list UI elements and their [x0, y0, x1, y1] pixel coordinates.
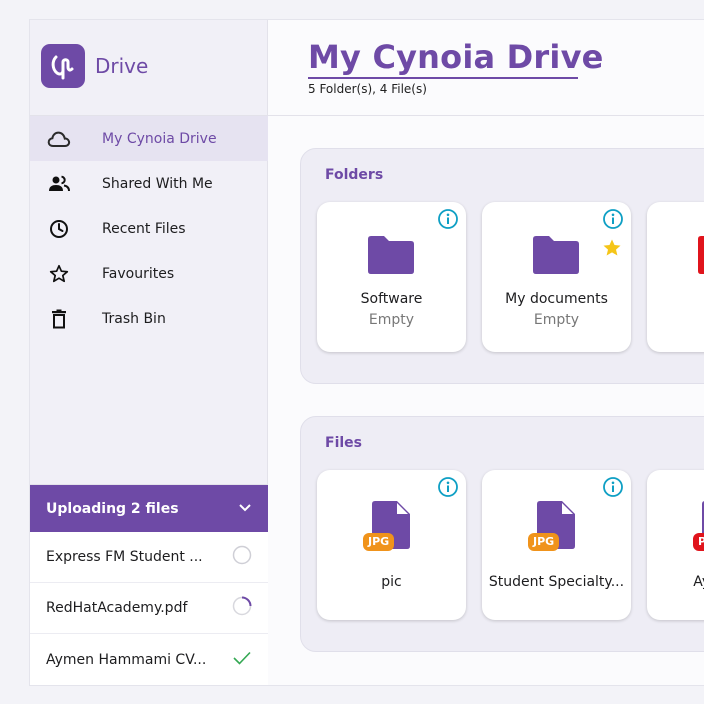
folder-meta: E: [647, 312, 704, 328]
sidebar-item-label: Shared With Me: [102, 175, 213, 192]
folder-meta: Empty: [533, 312, 580, 328]
page-title: My Cynoia Drive: [308, 38, 604, 76]
file-card[interactable]: JPG pic: [317, 470, 466, 620]
folder-card[interactable]: Software Empty: [317, 202, 466, 352]
pending-icon: [232, 545, 252, 569]
upload-panel-header[interactable]: Uploading 2 files: [30, 485, 268, 532]
sidebar-item-label: Favourites: [102, 265, 175, 282]
folder-name: Pa: [647, 291, 704, 307]
info-icon[interactable]: [437, 476, 459, 498]
clock-icon: [46, 217, 72, 241]
star-outline-icon: [46, 262, 72, 286]
upload-item[interactable]: Aymen Hammami CV...: [30, 634, 268, 685]
section-title: Folders: [325, 167, 384, 183]
app-name: Drive: [95, 54, 149, 78]
trash-icon: [46, 307, 72, 331]
sidebar-item-recent[interactable]: Recent Files: [30, 206, 268, 251]
file-name: Aymen I: [693, 574, 704, 590]
chevron-down-icon[interactable]: [238, 501, 252, 517]
upload-file-name: Express FM Student ...: [46, 549, 203, 565]
info-icon[interactable]: [602, 476, 624, 498]
upload-file-name: Aymen Hammami CV...: [46, 651, 207, 668]
drive-app: Drive My Cynoia Drive Shared With Me Rec…: [29, 19, 704, 686]
folder-card[interactable]: Pa E: [647, 202, 704, 352]
people-icon: [46, 172, 72, 196]
upload-file-name: RedHatAcademy.pdf: [46, 600, 188, 616]
sidebar-item-my-drive[interactable]: My Cynoia Drive: [30, 116, 268, 161]
folder-name: Software: [360, 291, 423, 307]
sidebar-item-trash[interactable]: Trash Bin: [30, 296, 268, 341]
sidebar: Drive My Cynoia Drive Shared With Me Rec…: [30, 20, 268, 685]
main-content: My Cynoia Drive 5 Folder(s), 4 File(s) F…: [268, 20, 704, 685]
drive-logo-icon: [41, 44, 85, 88]
folder-name: My documents: [505, 291, 608, 307]
spinner-icon: [232, 596, 252, 620]
folder-card[interactable]: My documents Empty: [482, 202, 631, 352]
folder-icon: [697, 235, 704, 279]
folder-meta: Empty: [368, 312, 415, 328]
page-header: My Cynoia Drive 5 Folder(s), 4 File(s): [268, 20, 704, 116]
brand[interactable]: Drive: [41, 44, 148, 88]
upload-item[interactable]: Express FM Student ...: [30, 532, 268, 583]
sidebar-item-favourites[interactable]: Favourites: [30, 251, 268, 296]
page-subtitle: 5 Folder(s), 4 File(s): [308, 82, 427, 96]
info-icon[interactable]: [602, 208, 624, 230]
folder-icon: [367, 235, 415, 279]
files-section: Files JPG pic JPG Student Specialty... A: [300, 416, 704, 652]
file-type-badge: P: [693, 533, 704, 551]
file-type-badge: JPG: [363, 533, 395, 551]
cloud-icon: [46, 127, 72, 151]
sidebar-item-label: My Cynoia Drive: [102, 130, 217, 147]
upload-title: Uploading 2 files: [46, 500, 179, 517]
sidebar-item-label: Recent Files: [102, 220, 186, 237]
file-card[interactable]: P Aymen I: [647, 470, 704, 620]
file-card[interactable]: JPG Student Specialty...: [482, 470, 631, 620]
file-name: pic: [381, 574, 402, 590]
sidebar-nav: My Cynoia Drive Shared With Me Recent Fi…: [30, 116, 268, 341]
check-icon: [232, 650, 252, 670]
upload-item[interactable]: RedHatAcademy.pdf: [30, 583, 268, 634]
folders-section: Folders Software Empty My documents Empt…: [300, 148, 704, 384]
star-icon[interactable]: [602, 238, 622, 262]
folder-icon: [532, 235, 580, 279]
file-name: Student Specialty...: [488, 574, 625, 590]
section-title: Files: [325, 435, 362, 451]
sidebar-item-label: Trash Bin: [102, 310, 166, 327]
title-underline: [308, 77, 578, 79]
sidebar-item-shared[interactable]: Shared With Me: [30, 161, 268, 206]
upload-panel: Uploading 2 files Express FM Student ...…: [30, 484, 268, 685]
info-icon[interactable]: [437, 208, 459, 230]
file-type-badge: JPG: [528, 533, 560, 551]
